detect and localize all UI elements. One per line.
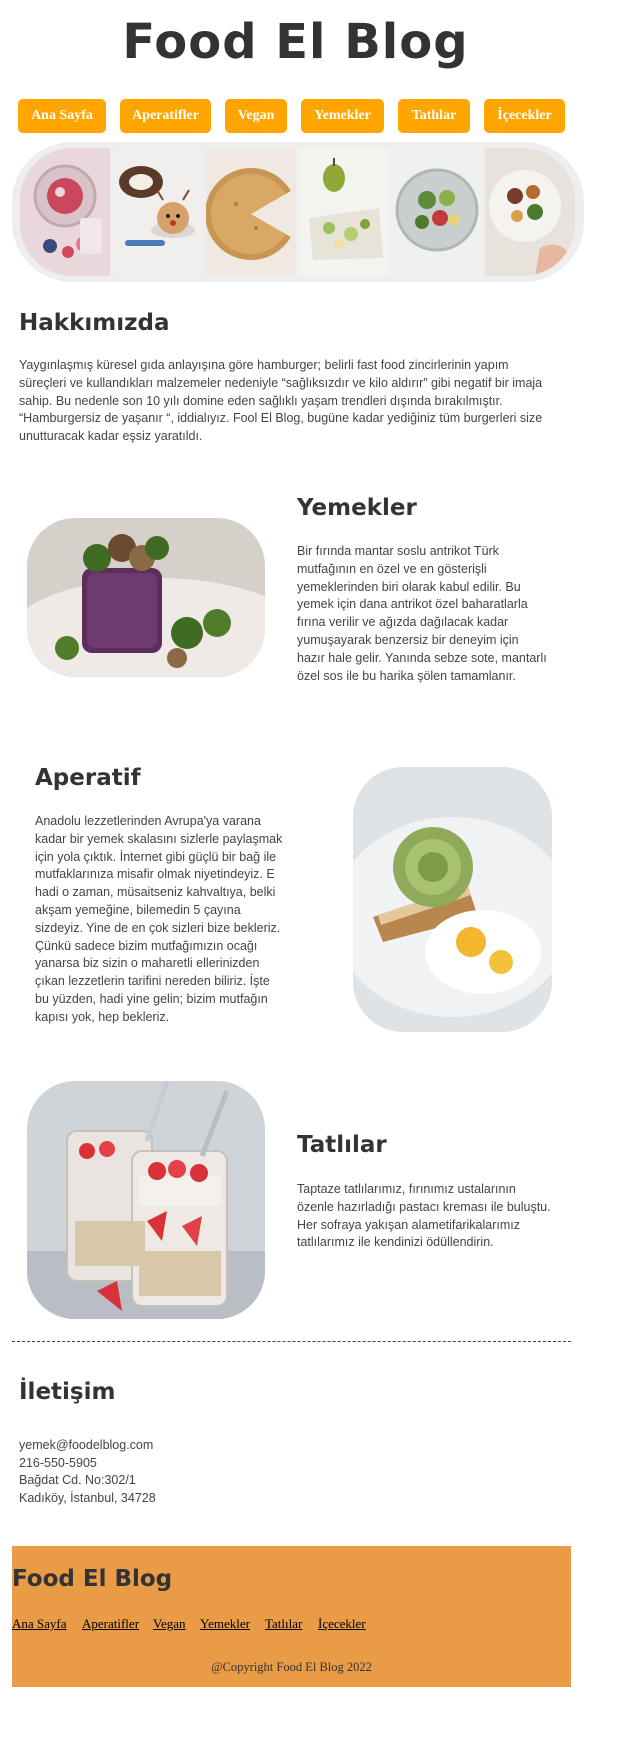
aperatif-text: Anadolu lezzetlerinden Avrupa'ya varana … bbox=[35, 814, 283, 1024]
nav-item-vegan[interactable]: Vegan bbox=[225, 99, 287, 133]
footer-link-aperatifler[interactable]: Aperatifler bbox=[82, 1616, 139, 1632]
footer-link-icecekler[interactable]: İçecekler bbox=[318, 1616, 366, 1632]
aperatif-photo bbox=[353, 767, 552, 1032]
tatlilar-text: Taptaze tatlılarımız, fırınımız ustaları… bbox=[297, 1182, 551, 1250]
contact-email: yemek@foodelblog.com bbox=[19, 1438, 154, 1452]
footer-link-vegan[interactable]: Vegan bbox=[153, 1616, 186, 1632]
footer-link-yemekler[interactable]: Yemekler bbox=[200, 1616, 250, 1632]
site-title: Food El Blog bbox=[122, 14, 469, 70]
nav-item-yemekler[interactable]: Yemekler bbox=[301, 99, 384, 133]
footer-link-ana-sayfa[interactable]: Ana Sayfa bbox=[12, 1616, 67, 1632]
contact-phone: 216-550-5905 bbox=[19, 1455, 97, 1470]
gallery-photo-roll-cake[interactable] bbox=[113, 148, 203, 276]
nav-item-tatlilar[interactable]: Tatlılar bbox=[398, 99, 470, 133]
section-divider bbox=[12, 1341, 571, 1342]
footer-link-tatlilar[interactable]: Tatlılar bbox=[265, 1616, 302, 1632]
yemekler-heading: Yemekler bbox=[297, 495, 417, 521]
gallery-photo-salad-bowl[interactable] bbox=[392, 148, 482, 276]
about-text: Yaygınlaşmış küresel gıda anlayışına gör… bbox=[19, 358, 543, 444]
gallery-photo-pie[interactable] bbox=[206, 148, 296, 276]
gallery-photo-pear-salad[interactable] bbox=[299, 148, 389, 276]
nav-item-ana-sayfa[interactable]: Ana Sayfa bbox=[18, 99, 106, 133]
contact-info: yemek@foodelblog.com 216-550-5905 Bağdat… bbox=[19, 1437, 156, 1507]
aperatif-heading: Aperatif bbox=[35, 765, 141, 791]
tatlilar-heading: Tatlılar bbox=[297, 1132, 387, 1158]
gallery-photo-veggie-plate[interactable] bbox=[485, 148, 575, 276]
copyright-text: @Copyright Food El Blog 2022 bbox=[211, 1660, 372, 1674]
nav-item-icecekler[interactable]: İçecekler bbox=[484, 99, 565, 133]
nav-item-aperatifler[interactable]: Aperatifler bbox=[120, 99, 211, 133]
photo-gallery bbox=[12, 142, 584, 282]
site-footer: Food El Blog Ana Sayfa Aperatifler Vegan… bbox=[12, 1546, 571, 1687]
contact-address-line2: Kadıköy, İstanbul, 34728 bbox=[19, 1490, 156, 1505]
yemekler-text: Bir fırında mantar soslu antrikot Türk m… bbox=[297, 544, 547, 683]
tatlilar-photo bbox=[27, 1081, 265, 1319]
contact-address-line1: Bağdat Cd. No:302/1 bbox=[19, 1473, 136, 1487]
about-heading: Hakkımızda bbox=[19, 310, 170, 336]
contact-heading: İletişim bbox=[19, 1379, 116, 1405]
yemekler-photo bbox=[27, 518, 265, 677]
footer-title: Food El Blog bbox=[12, 1566, 173, 1592]
gallery-photo-jars[interactable] bbox=[20, 148, 110, 276]
